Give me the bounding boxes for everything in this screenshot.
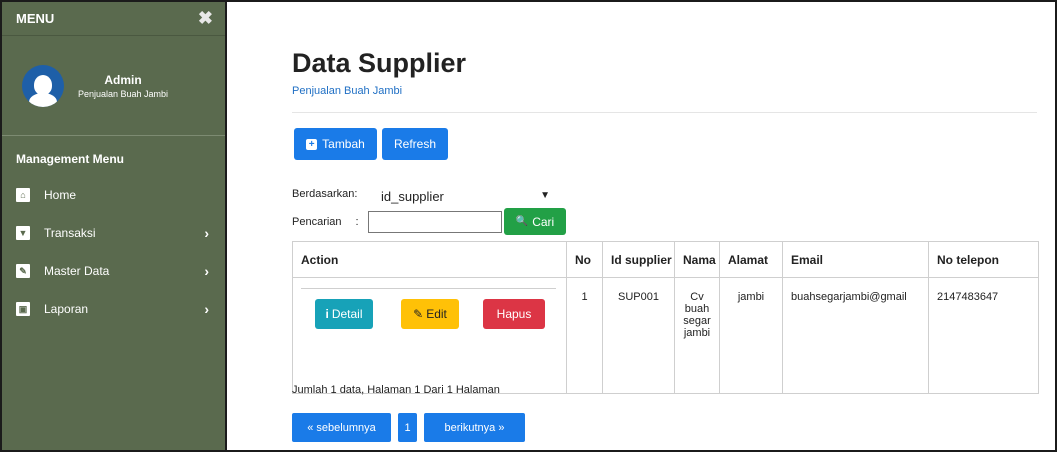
user-name: Admin	[104, 72, 142, 87]
refresh-button-label: Refresh	[393, 137, 437, 151]
delete-button[interactable]: Hapus	[483, 299, 545, 329]
section-heading: Management Menu	[16, 152, 125, 166]
cell-alamat: jambi	[719, 277, 783, 394]
chevron-right-icon: ›	[204, 301, 209, 317]
edit-button[interactable]: ✎ Edit	[401, 299, 459, 329]
sidebar-item-label: Master Data	[44, 264, 110, 278]
chevron-down-icon: ▼	[540, 190, 550, 201]
sidebar-item-label: Laporan	[44, 302, 89, 316]
app-window: MENU ✖ Admin Penjualan Buah Jambi Manage…	[0, 0, 1057, 452]
page-subtitle[interactable]: Penjualan Buah Jambi	[292, 85, 402, 97]
cell-no: 1	[566, 277, 603, 394]
cell-id: SUP001	[602, 277, 675, 394]
filter-select-value: id_supplier	[381, 188, 444, 204]
column-header-email: Email	[782, 241, 929, 278]
prev-page-button[interactable]: « sebelumnya	[292, 413, 391, 442]
table-header-row: Action No Id supplier Nama Alamat Email …	[292, 241, 1039, 278]
sidebar-item-master-data[interactable]: ✎ Master Data ›	[2, 252, 225, 290]
avatar	[22, 64, 64, 107]
column-header-alamat: Alamat	[719, 241, 783, 278]
column-header-telepon: No telepon	[928, 241, 1039, 278]
divider	[292, 112, 1037, 113]
filter-select[interactable]: id_supplier ▼	[370, 182, 557, 210]
page-title: Data Supplier	[292, 48, 467, 78]
sidebar-item-home[interactable]: ⌂ Home	[2, 176, 225, 214]
plus-icon: +	[306, 138, 318, 150]
sidebar-item-label: Home	[44, 188, 77, 202]
column-header-no: No	[566, 241, 603, 278]
add-button[interactable]: + Tambah	[294, 128, 377, 160]
table-row: i Detail ✎ Edit Hapus 1 SUP001 Cv buah s…	[292, 277, 1039, 394]
sidebar-header: MENU ✖	[2, 2, 225, 36]
sidebar-item-transaksi[interactable]: ▼ Transaksi ›	[2, 214, 225, 252]
cart-icon: ▼	[16, 226, 30, 240]
search-label: Pencarian:	[292, 216, 359, 228]
edit-icon: ✎	[413, 307, 424, 321]
search-icon: 🔍	[515, 216, 529, 227]
detail-button[interactable]: i Detail	[315, 299, 373, 329]
sidebar-item-laporan[interactable]: ▣ Laporan ›	[2, 290, 225, 328]
column-header-id: Id supplier	[602, 241, 675, 278]
menu-label: MENU	[16, 11, 55, 26]
column-header-action: Action	[292, 241, 567, 278]
column-header-nama: Nama	[674, 241, 720, 278]
action-cell: i Detail ✎ Edit Hapus	[292, 277, 567, 394]
chevron-right-icon: ›	[204, 263, 209, 279]
supplier-table: Action No Id supplier Nama Alamat Email …	[292, 241, 1039, 394]
filter-label: Berdasarkan:	[292, 188, 358, 200]
search-button[interactable]: 🔍 Cari	[504, 208, 566, 235]
next-page-button[interactable]: berikutnya »	[424, 413, 525, 442]
cell-telepon: 2147483647	[928, 277, 1039, 394]
chevron-right-icon: ›	[204, 225, 209, 241]
search-input[interactable]	[368, 211, 502, 233]
user-subtitle: Penjualan Buah Jambi	[78, 88, 169, 99]
home-icon: ⌂	[16, 188, 30, 202]
edit-icon: ✎	[16, 264, 30, 278]
pagination-summary: Jumlah 1 data, Halaman 1 Dari 1 Halaman	[292, 384, 500, 396]
cell-nama: Cv buah segar jambi	[674, 277, 720, 394]
cell-email: buahsegarjambi@gmail	[782, 277, 929, 394]
user-panel: Admin Penjualan Buah Jambi	[2, 36, 225, 136]
refresh-button[interactable]: Refresh	[382, 128, 448, 160]
info-icon: i	[325, 307, 329, 321]
sidebar-item-label: Transaksi	[44, 226, 96, 240]
calendar-icon: ▣	[16, 302, 30, 316]
page-number-button[interactable]: 1	[398, 413, 417, 442]
search-button-label: Cari	[532, 214, 555, 229]
add-button-label: Tambah	[322, 137, 365, 151]
sidebar: MENU ✖ Admin Penjualan Buah Jambi Manage…	[2, 2, 227, 450]
close-icon[interactable]: ✖	[198, 8, 213, 29]
